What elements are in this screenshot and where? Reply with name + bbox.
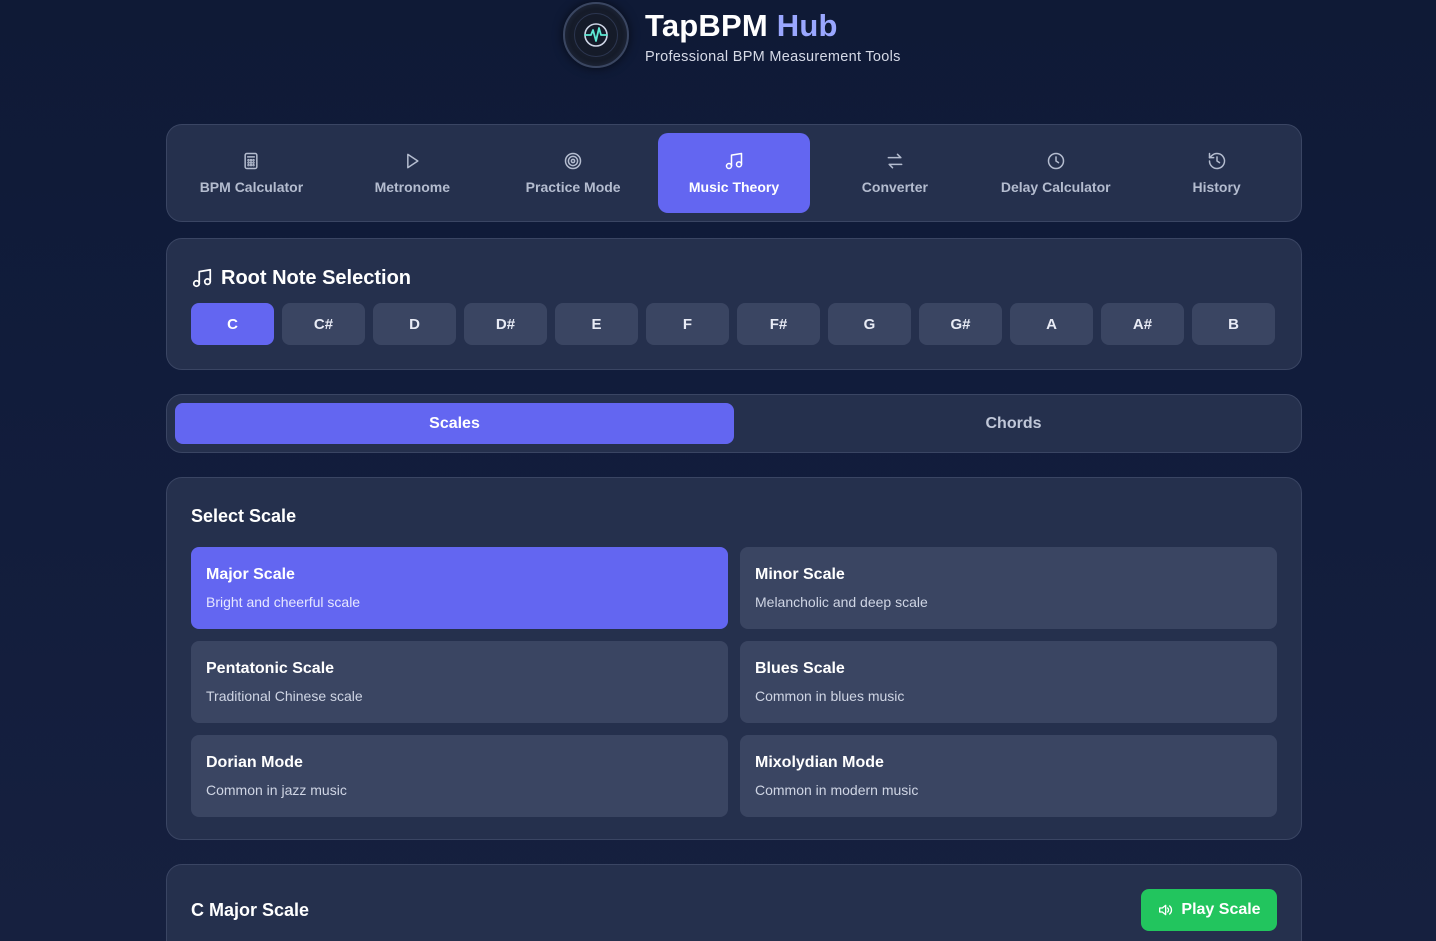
scale-card-dorian[interactable]: Dorian Mode Common in jazz music — [191, 735, 728, 817]
scale-grid: Major Scale Bright and cheerful scale Mi… — [191, 547, 1277, 817]
scale-name: Dorian Mode — [206, 754, 303, 771]
note-button-a-sharp[interactable]: A# — [1101, 303, 1184, 345]
app-logo — [563, 2, 629, 68]
note-button-f[interactable]: F — [646, 303, 729, 345]
note-button-a[interactable]: A — [1010, 303, 1093, 345]
clock-icon — [1047, 152, 1064, 170]
scale-description: Melancholic and deep scale — [755, 594, 928, 610]
tab-history[interactable]: History — [1140, 133, 1293, 213]
scale-result-panel: C Major Scale Play Scale — [166, 864, 1302, 941]
root-note-title: Root Note Selection — [191, 263, 1277, 293]
note-button-g[interactable]: G — [828, 303, 911, 345]
calculator-icon — [244, 152, 259, 170]
note-button-c-sharp[interactable]: C# — [282, 303, 365, 345]
scale-description: Common in jazz music — [206, 782, 347, 798]
tab-music-theory[interactable]: Music Theory — [657, 133, 811, 213]
play-icon — [407, 153, 419, 169]
scale-description: Common in modern music — [755, 782, 919, 798]
tab-bpm-calculator[interactable]: BPM Calculator — [175, 133, 328, 213]
tab-practice-mode[interactable]: Practice Mode — [497, 133, 650, 213]
pulse-icon — [584, 23, 608, 47]
scale-name: Blues Scale — [755, 660, 845, 677]
scale-name: Mixolydian Mode — [755, 754, 884, 771]
scale-description: Traditional Chinese scale — [206, 688, 363, 704]
scale-card-pentatonic[interactable]: Pentatonic Scale Traditional Chinese sca… — [191, 641, 728, 723]
target-icon — [564, 152, 582, 170]
note-button-d[interactable]: D — [373, 303, 456, 345]
app-header: TapBPM Hub Professional BPM Measurement … — [563, 2, 901, 68]
tab-delay-calculator[interactable]: Delay Calculator — [979, 133, 1132, 213]
scale-name: Major Scale — [206, 566, 295, 583]
app-subtitle: Professional BPM Measurement Tools — [645, 48, 901, 65]
scale-card-blues[interactable]: Blues Scale Common in blues music — [740, 641, 1277, 723]
main-nav: BPM Calculator Metronome Practice Mode M… — [166, 124, 1302, 222]
speaker-icon — [1159, 904, 1173, 916]
scale-description: Bright and cheerful scale — [206, 594, 361, 610]
chords-tab[interactable]: Chords — [734, 403, 1293, 444]
scale-name: Minor Scale — [755, 566, 845, 583]
scale-name: Pentatonic Scale — [206, 660, 335, 677]
note-button-d-sharp[interactable]: D# — [464, 303, 547, 345]
app-title: TapBPM Hub — [645, 7, 838, 43]
root-note-panel: Root Note Selection C C# D D# E F F# G G… — [166, 238, 1302, 370]
swap-icon — [887, 153, 903, 169]
note-button-g-sharp[interactable]: G# — [919, 303, 1002, 345]
scale-result-title: C Major Scale — [191, 900, 310, 920]
tab-metronome[interactable]: Metronome — [336, 133, 489, 213]
scale-select-panel: Select Scale Major Scale Bright and chee… — [166, 477, 1302, 840]
music-note-icon — [725, 152, 743, 170]
scale-card-major[interactable]: Major Scale Bright and cheerful scale — [191, 547, 728, 629]
note-button-f-sharp[interactable]: F# — [737, 303, 820, 345]
scale-select-heading: Select Scale — [191, 506, 297, 526]
scales-tab[interactable]: Scales — [175, 403, 734, 444]
note-button-e[interactable]: E — [555, 303, 638, 345]
note-button-c[interactable]: C — [191, 303, 274, 345]
tab-converter[interactable]: Converter — [818, 133, 971, 213]
note-button-b[interactable]: B — [1192, 303, 1275, 345]
scale-card-mixolydian[interactable]: Mixolydian Mode Common in modern music — [740, 735, 1277, 817]
play-scale-button[interactable]: Play Scale — [1141, 889, 1277, 931]
history-icon — [1208, 152, 1225, 170]
scales-chords-toggle: Scales Chords — [166, 394, 1302, 453]
scale-description: Common in blues music — [755, 688, 905, 704]
music-note-icon — [192, 268, 212, 288]
root-note-buttons: C C# D D# E F F# G G# A A# B — [191, 303, 1277, 345]
scale-card-minor[interactable]: Minor Scale Melancholic and deep scale — [740, 547, 1277, 629]
